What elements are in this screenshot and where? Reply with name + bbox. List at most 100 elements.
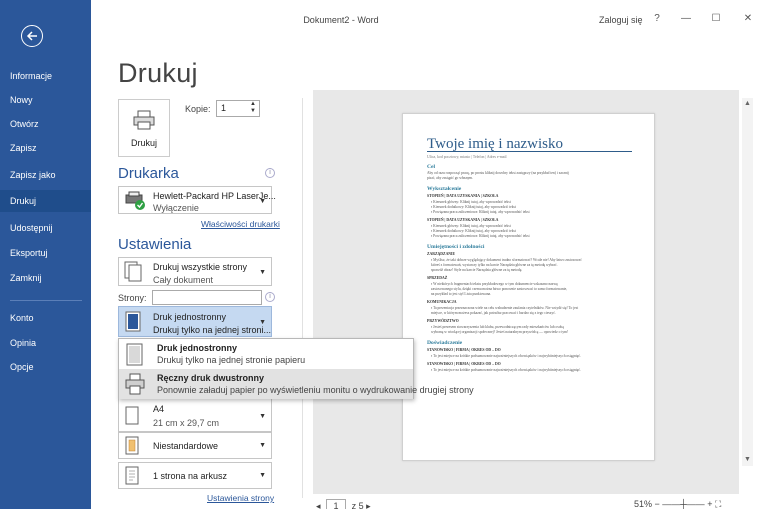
bullet-text: ▪ Kierunek główny: Kliknij tutaj, aby wp…	[431, 200, 511, 204]
zoom-slider[interactable]: ——┼——	[662, 499, 704, 509]
bullet-text: ▪ Myślisz, że taki dobrze wyglądający do…	[431, 258, 582, 262]
help-icon[interactable]: ?	[650, 13, 664, 24]
window-title: Dokument2 - Word	[303, 15, 379, 25]
preview-scrollbar[interactable]: ▲ ▼	[742, 98, 753, 466]
nav-item-opinia[interactable]: Opinia	[0, 332, 91, 354]
signin-link[interactable]: Zaloguj się	[599, 15, 643, 25]
section-heading: Cel	[427, 164, 436, 170]
bullet-text: ▪ Kierunek dodatkowy: Kliknij tutaj, aby…	[431, 229, 516, 233]
fit-page-icon[interactable]: ⛶	[715, 499, 721, 509]
nav-item-konto[interactable]: Konto	[0, 307, 91, 329]
nav-item-drukuj[interactable]: Drukuj	[0, 190, 91, 212]
pane-divider	[302, 98, 303, 498]
nav-item-zapisz[interactable]: Zapisz	[0, 137, 91, 159]
backstage-nav: Informacje Nowy Otwórz Zapisz Zapisz jak…	[0, 0, 91, 509]
maximize-icon[interactable]: ☐	[709, 13, 723, 24]
printer-info-icon[interactable]: i	[265, 168, 275, 178]
pages-icon	[124, 261, 142, 282]
one-sided-icon	[126, 343, 143, 366]
close-icon[interactable]: ✕	[741, 13, 755, 24]
section-subheading: PRZYWÓDZTWO	[427, 319, 459, 323]
title-bar: Dokument2 - Word Zaloguj się ? — ☐ ✕	[91, 0, 759, 30]
section-subheading: STOPIEŃ | DATA UZYSKANIA | SZKOŁA	[427, 218, 499, 222]
chevron-down-icon: ▼	[259, 472, 266, 479]
page-navigator: ◂ 1 z 5 ▸	[316, 499, 371, 509]
zoom-control: 51% − ——┼—— + ⛶	[634, 499, 721, 509]
chevron-down-icon: ▼	[259, 198, 266, 205]
settings-heading: Ustawienia	[118, 236, 192, 253]
page-count: z 5	[351, 501, 364, 509]
page-title: Drukuj	[118, 58, 198, 88]
nav-item-zamknij[interactable]: Zamknij	[0, 267, 91, 289]
minimize-icon[interactable]: —	[679, 13, 693, 24]
pages-per-sheet-dropdown[interactable]: 1 strona na arkusz ▼	[118, 462, 272, 489]
zoom-level: 51%	[634, 499, 653, 509]
nav-item-otworz[interactable]: Otwórz	[0, 113, 91, 135]
bullet-text: sprawdź obraz! Style na karcie Narzędzia…	[431, 268, 523, 272]
zoom-in-icon[interactable]: +	[707, 499, 715, 509]
section-heading: Doświadczenie	[427, 340, 463, 346]
resume-contact: Ulica, kod pocztowy, miasto | Telefon | …	[427, 155, 507, 159]
section-subheading: ZARZĄDZANIE	[427, 252, 456, 256]
print-range-title: Drukuj wszystkie strony	[153, 262, 248, 272]
printer-dropdown[interactable]: Hewlett-Packard HP LaserJe... Wyłączenie…	[118, 186, 276, 214]
nav-divider	[10, 300, 82, 301]
bullet-text: wybraną w wiodącej organizacji społeczne…	[431, 330, 569, 334]
paper-sub: 21 cm x 29,7 cm	[153, 418, 220, 428]
print-range-dropdown[interactable]: Drukuj wszystkie strony Cały dokument ▼	[118, 257, 272, 286]
bullet-text: ▪ To jest miejsce na krótkie podsumowani…	[431, 354, 581, 358]
page-setup-link[interactable]: Ustawienia strony	[207, 493, 274, 503]
nav-item-zapisz-jako[interactable]: Zapisz jako	[0, 164, 91, 186]
section-heading: Wykształcenie	[427, 186, 462, 192]
chevron-down-icon: ▼	[259, 319, 266, 326]
scroll-up-icon[interactable]: ▲	[744, 100, 751, 107]
chevron-down-icon: ▼	[259, 442, 266, 449]
manual-duplex-icon	[125, 373, 145, 395]
nav-item-informacje[interactable]: Informacje	[0, 65, 91, 87]
margins-dropdown[interactable]: Niestandardowe ▼	[118, 432, 272, 459]
scroll-down-icon[interactable]: ▼	[744, 456, 751, 463]
paper-icon	[125, 406, 139, 425]
one-sided-icon	[125, 311, 141, 332]
printer-name: Hewlett-Packard HP LaserJe...	[153, 191, 276, 201]
bullet-text: zastosowanego stylu, dzięki czemu można …	[431, 287, 568, 291]
sides-dropdown[interactable]: Druk jednostronny Drukuj tylko na jednej…	[118, 306, 272, 337]
bullet-text: ▪ Kierunek dodatkowy: Kliknij tutaj, aby…	[431, 205, 516, 209]
option-manual-duplex[interactable]: Ręczny druk dwustronny Ponownie załaduj …	[119, 369, 474, 399]
printer-icon	[133, 110, 155, 130]
next-page-icon[interactable]: ▸	[366, 501, 371, 509]
printer-properties-link[interactable]: Właściwości drukarki	[201, 219, 280, 229]
back-arrow-icon	[26, 31, 37, 41]
back-button[interactable]	[21, 25, 43, 47]
section-subheading: KOMUNIKACJA	[427, 300, 457, 304]
chevron-down-icon: ▼	[259, 413, 266, 420]
section-subheading: SPRZEDAŻ	[427, 276, 448, 280]
printer-heading: Drukarka	[118, 165, 179, 182]
copies-label: Kopie:	[185, 104, 211, 114]
nav-item-udostepnij[interactable]: Udostępnij	[0, 217, 91, 239]
print-range-sub: Cały dokument	[153, 275, 214, 285]
printer-status: Wyłączenie	[153, 203, 199, 213]
option-one-sided[interactable]: Druk jednostronny Drukuj tylko na jednej…	[119, 339, 413, 369]
nav-item-eksportuj[interactable]: Eksportuj	[0, 242, 91, 264]
pages-per-sheet-title: 1 strona na arkusz	[153, 471, 228, 481]
section-heading: Umiejętności i zdolności	[427, 244, 485, 250]
nav-item-opcje[interactable]: Opcje	[0, 356, 91, 378]
paper-size-dropdown[interactable]: A4 21 cm x 29,7 cm ▼	[118, 398, 272, 432]
printer-status-icon	[125, 191, 145, 210]
prev-page-icon[interactable]: ◂	[316, 501, 321, 509]
pages-info-icon[interactable]: i	[265, 292, 275, 302]
print-button[interactable]: Drukuj	[118, 99, 170, 157]
section-text: pisać, aby zastąpić go własnym.	[427, 176, 474, 180]
section-subheading: STOPIEŃ | DATA UZYSKANIA | SZKOŁA	[427, 194, 499, 198]
print-button-label: Drukuj	[130, 138, 157, 148]
sides-title: Druk jednostronny	[153, 312, 227, 322]
sides-popup-menu: Druk jednostronny Drukuj tylko na jednej…	[118, 338, 474, 399]
pages-input[interactable]	[152, 290, 262, 305]
nav-item-nowy[interactable]: Nowy	[0, 89, 91, 111]
section-subheading: STANOWISKO | FIRMA | OKRES OD – DO	[427, 348, 501, 352]
page-number-input[interactable]: 1	[326, 499, 347, 509]
copies-stepper[interactable]: ▲ ▼	[250, 101, 256, 115]
bullet-text: ▪ Jesteś prezesem stowarzyszenia lub klu…	[431, 325, 564, 329]
bullet-text: ▪ Kierunek główny: Kliknij tutaj, aby wp…	[431, 224, 511, 228]
